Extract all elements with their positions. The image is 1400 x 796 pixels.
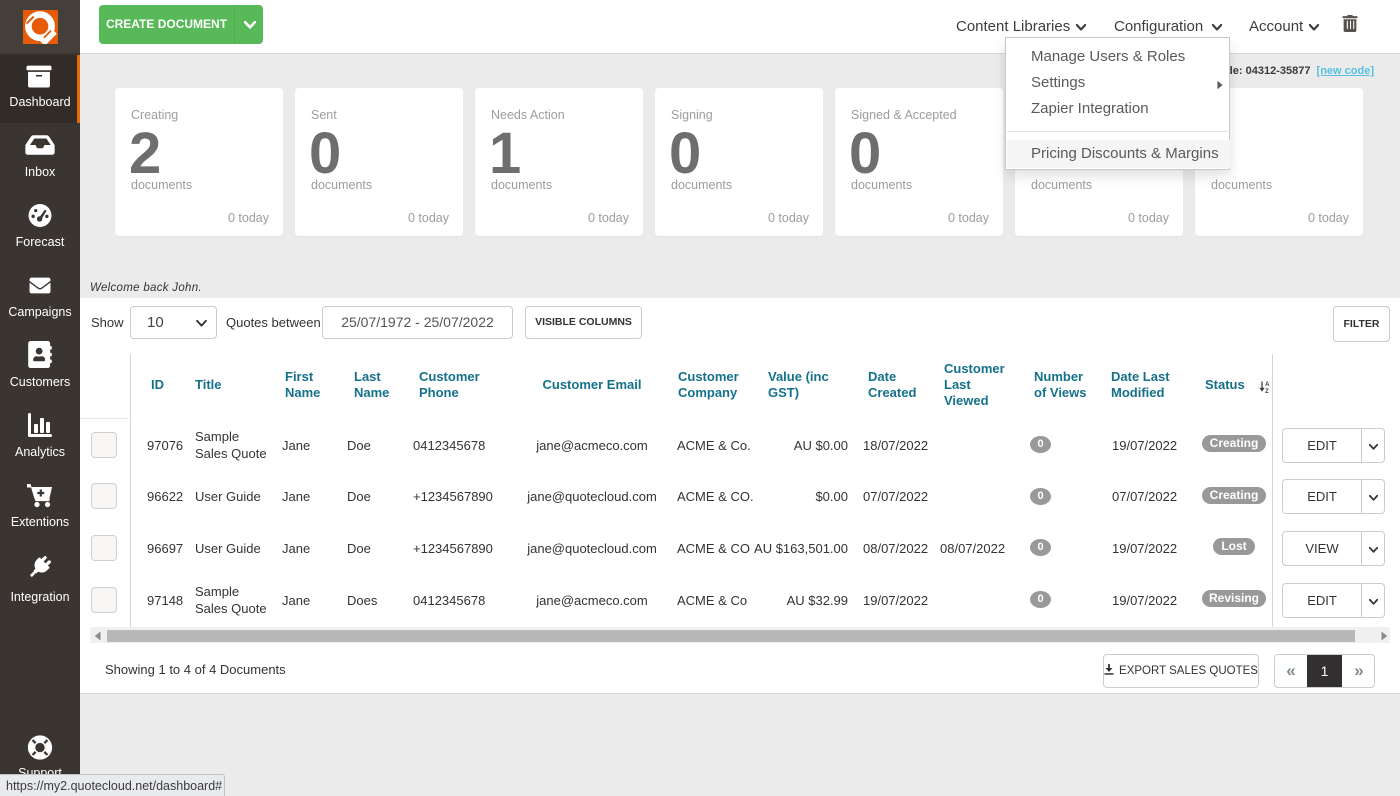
svg-text:Z: Z	[1265, 388, 1269, 393]
